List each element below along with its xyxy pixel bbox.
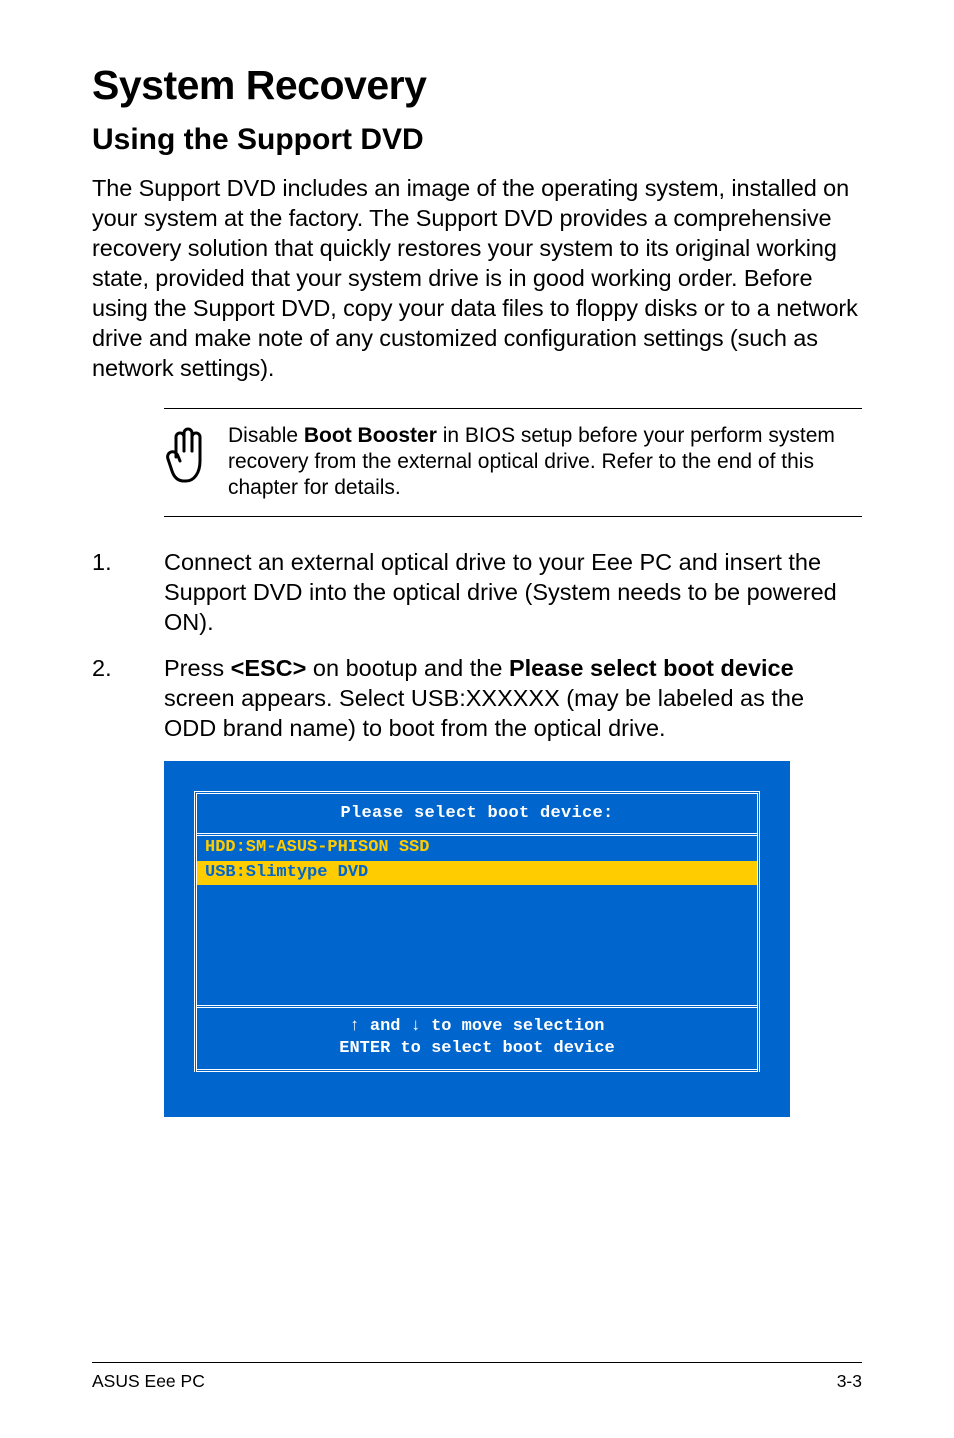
boot-device-screen: Please select boot device: HDD:SM-ASUS-P… [164,761,790,1117]
intro-paragraph: The Support DVD includes an image of the… [92,173,862,384]
step-1-text: Connect an external optical drive to you… [164,549,837,635]
step-2-b2: Please select boot device [509,655,794,681]
boot-help-line1: ↑ and ↓ to move selection [197,1016,757,1037]
boot-item-usb[interactable]: USB:Slimtype DVD [197,861,757,885]
hand-stop-icon [164,423,210,487]
boot-help-line2: ENTER to select boot device [197,1038,757,1059]
section-heading: Using the Support DVD [92,123,862,157]
page-title: System Recovery [92,62,862,109]
footer-right: 3-3 [837,1371,862,1392]
footer-left: ASUS Eee PC [92,1371,205,1392]
page: System Recovery Using the Support DVD Th… [0,0,954,1438]
boot-help: ↑ and ↓ to move selection ENTER to selec… [197,1008,757,1072]
note-prefix: Disable [228,424,304,447]
note-text: Disable Boot Booster in BIOS setup befor… [228,423,862,502]
boot-item-hdd[interactable]: HDD:SM-ASUS-PHISON SSD [197,836,757,860]
steps-list: Connect an external optical drive to you… [92,547,862,743]
step-1: Connect an external optical drive to you… [92,547,862,637]
note-callout: Disable Boot Booster in BIOS setup befor… [164,408,862,517]
page-footer: ASUS Eee PC 3-3 [92,1362,862,1392]
step-2-mid: on bootup and the [306,655,509,681]
step-2-b1: <ESC> [231,655,307,681]
boot-title: Please select boot device: [197,794,757,836]
boot-device-list: HDD:SM-ASUS-PHISON SSD USB:Slimtype DVD [197,836,757,1008]
step-2-post: screen appears. Select USB:XXXXXX (may b… [164,685,804,741]
boot-window: Please select boot device: HDD:SM-ASUS-P… [194,791,760,1072]
step-2-pre: Press [164,655,231,681]
step-2: Press <ESC> on bootup and the Please sel… [92,653,862,743]
note-bold: Boot Booster [304,424,437,447]
